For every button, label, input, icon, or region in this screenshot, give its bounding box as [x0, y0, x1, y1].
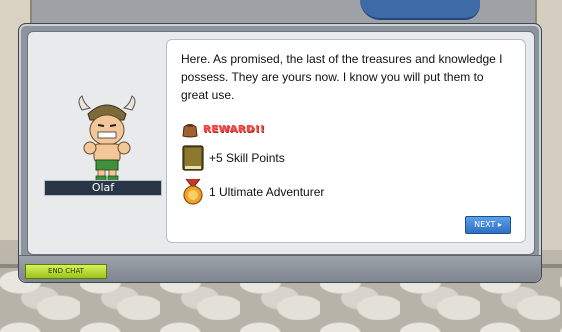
medal-icon — [183, 178, 203, 205]
viking-npc-sprite — [78, 95, 136, 182]
npc-portrait-area: Olaf — [28, 32, 164, 254]
npc-dialog-window: Olaf Here. As promised, the last of the … — [18, 23, 542, 283]
end-chat-button[interactable]: END CHAT — [25, 264, 107, 279]
skill-book-icon — [182, 145, 204, 171]
dialog-message: Here. As promised, the last of the treas… — [181, 52, 503, 102]
dialog-body: Olaf Here. As promised, the last of the … — [27, 31, 535, 255]
reward-bag-icon — [182, 124, 198, 138]
next-button-label: NEXT — [474, 220, 496, 229]
next-button[interactable]: NEXT ▸ — [465, 216, 511, 234]
npc-name-plate: Olaf — [44, 180, 162, 196]
reward-item-text: +5 Skill Points — [209, 151, 285, 165]
triangle-right-icon: ▸ — [497, 220, 502, 229]
dialog-text-panel: Here. As promised, the last of the treas… — [166, 39, 526, 243]
dialog-bottom-bar: END CHAT — [19, 255, 541, 282]
blue-roof — [360, 0, 480, 20]
reward-item-text: 1 Ultimate Adventurer — [209, 185, 325, 199]
reward-label: REWARD!! — [203, 124, 265, 135]
